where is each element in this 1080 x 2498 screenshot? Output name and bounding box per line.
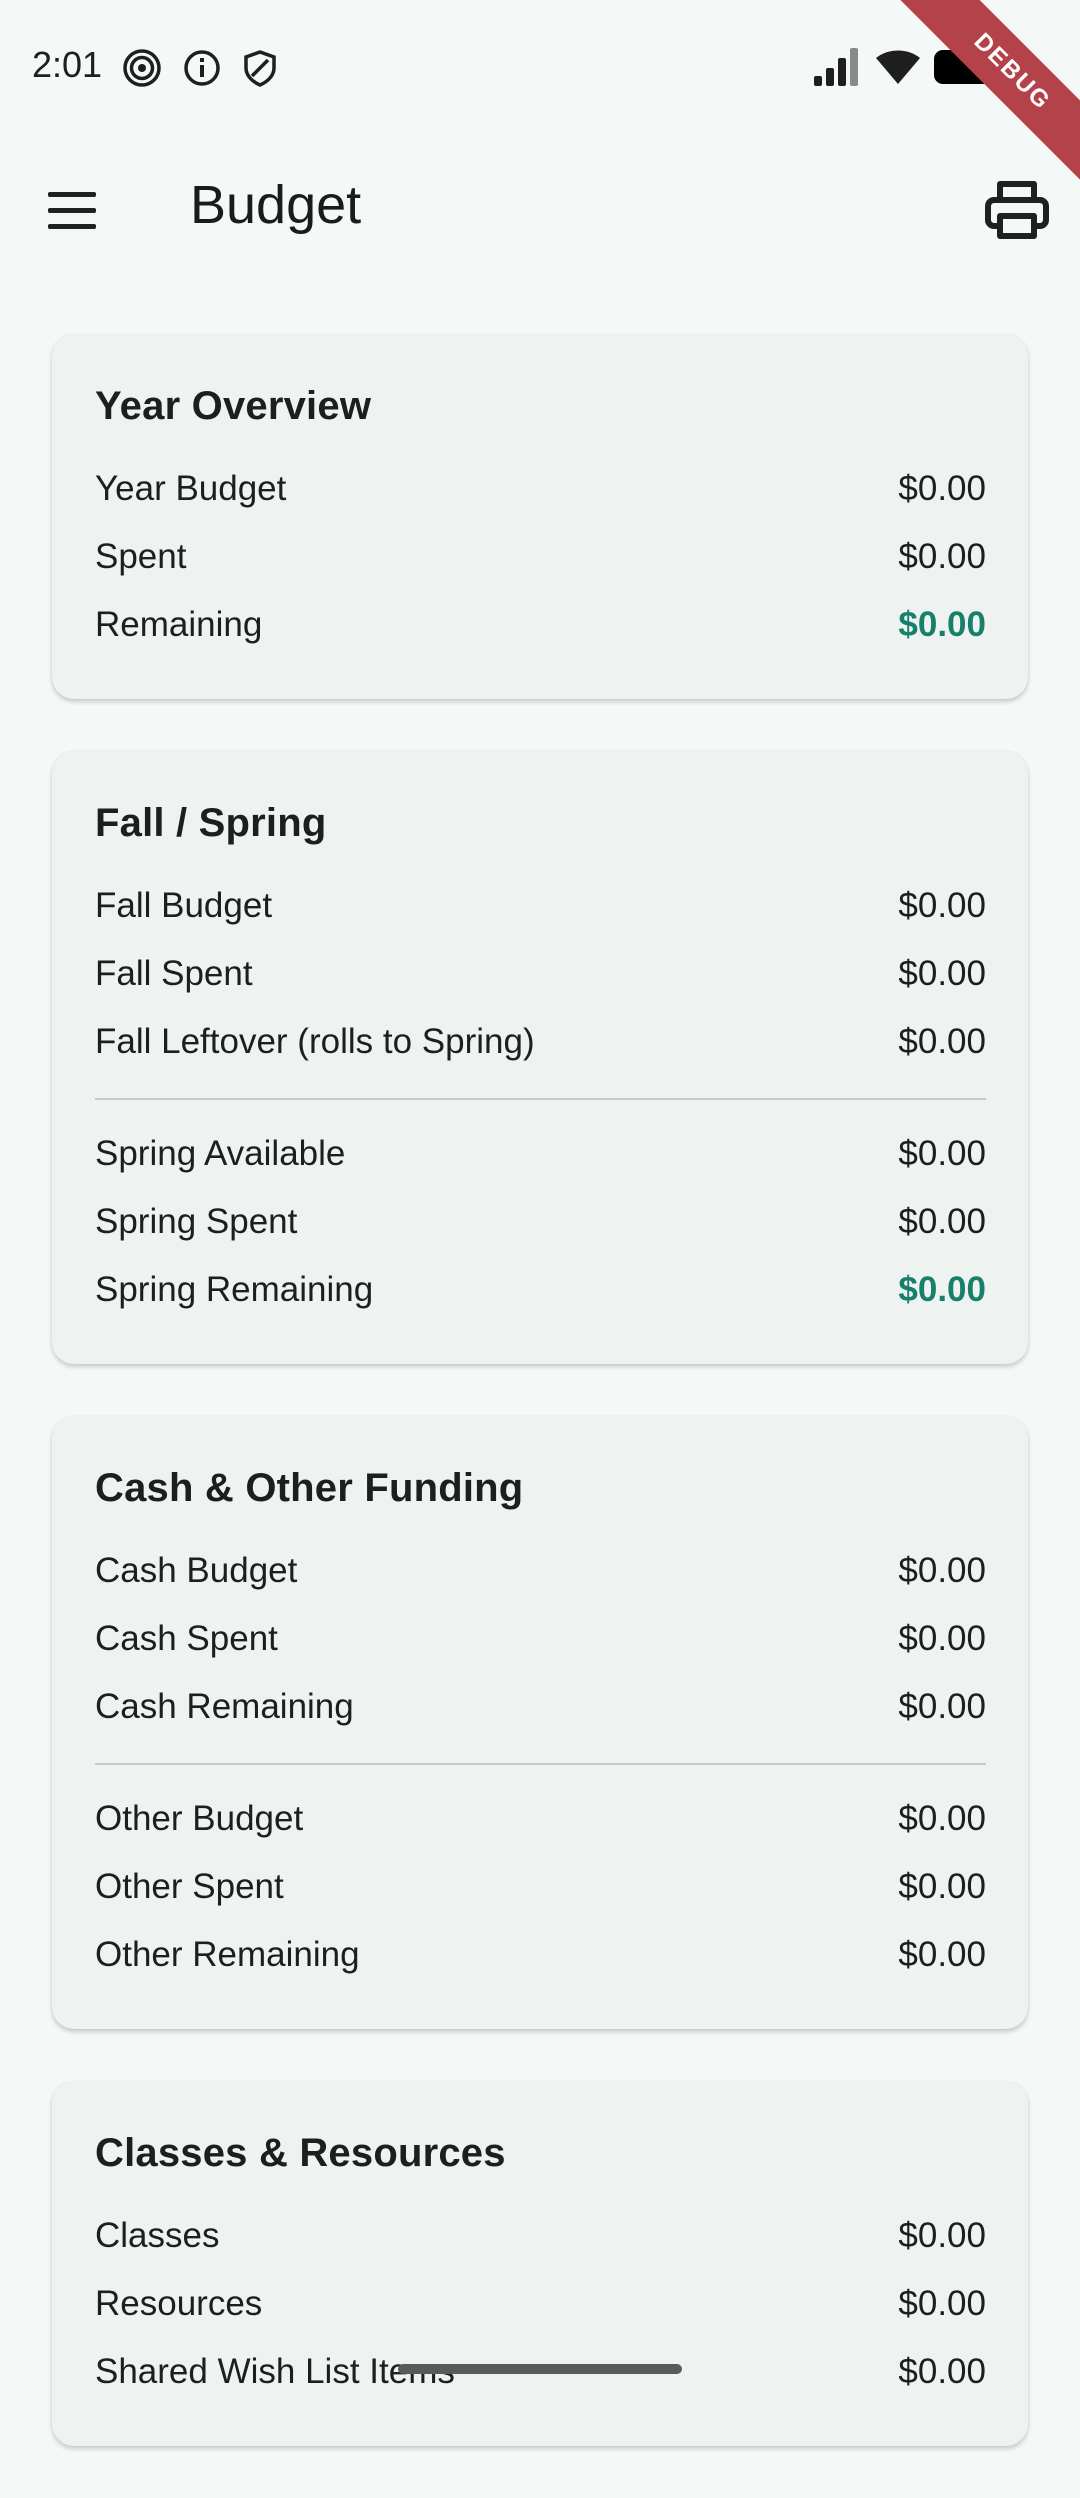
print-button[interactable] <box>978 176 1058 246</box>
divider <box>95 1098 986 1100</box>
shield-icon <box>244 50 276 87</box>
row-value: $0.00 <box>898 1935 986 1974</box>
row-label: Spent <box>95 537 187 576</box>
card-title: Cash & Other Funding <box>95 1466 524 1510</box>
row-label: Spring Available <box>95 1134 346 1173</box>
row-label: Remaining <box>95 605 263 644</box>
budget-row: Remaining $0.00 <box>95 591 986 659</box>
budget-row: Other Spent $0.00 <box>95 1853 986 1921</box>
row-value: $0.00 <box>898 537 986 576</box>
row-value: $0.00 <box>898 2216 986 2255</box>
card-title: Year Overview <box>95 384 372 428</box>
budget-row: Cash Budget $0.00 <box>95 1537 986 1605</box>
budget-row: Fall Spent $0.00 <box>95 940 986 1008</box>
row-value: $0.00 <box>898 886 986 925</box>
budget-row: Spring Spent $0.00 <box>95 1188 986 1256</box>
page-title: Budget <box>190 175 362 235</box>
row-value: $0.00 <box>898 1551 986 1590</box>
app-bar: Budget <box>0 150 1080 270</box>
budget-row: Fall Leftover (rolls to Spring) $0.00 <box>95 1008 986 1076</box>
wifi-icon <box>876 50 920 84</box>
row-label: Resources <box>95 2284 263 2323</box>
budget-row: Other Budget $0.00 <box>95 1785 986 1853</box>
row-value: $0.00 <box>898 1134 986 1173</box>
row-label: Cash Remaining <box>95 1687 354 1726</box>
menu-button[interactable] <box>28 178 118 244</box>
home-indicator[interactable] <box>398 2364 682 2374</box>
row-value: $0.00 <box>898 2352 986 2391</box>
info-icon <box>184 50 220 86</box>
row-value: $0.00 <box>898 1022 986 1061</box>
budget-row: Resources $0.00 <box>95 2270 986 2338</box>
signal-icon <box>814 48 858 86</box>
print-icon <box>985 181 1049 239</box>
row-value: $0.00 <box>898 469 986 508</box>
budget-row: Classes $0.00 <box>95 2202 986 2270</box>
row-label: Year Budget <box>95 469 287 508</box>
budget-row: Other Remaining $0.00 <box>95 1921 986 1989</box>
summary-card: Classes & Resources Classes $0.00 Resources… <box>52 2081 1028 2446</box>
budget-row: Cash Spent $0.00 <box>95 1605 986 1673</box>
row-value: $0.00 <box>898 1619 986 1658</box>
spiral-notification-icon <box>123 49 161 87</box>
row-label: Spring Spent <box>95 1202 298 1241</box>
row-label: Classes <box>95 2216 220 2255</box>
budget-row: Spring Available $0.00 <box>95 1120 986 1188</box>
row-value: $0.00 <box>898 2284 986 2323</box>
row-value: $0.00 <box>898 954 986 993</box>
row-value: $0.00 <box>898 1867 986 1906</box>
row-value: $0.00 <box>898 1202 986 1241</box>
row-label: Fall Spent <box>95 954 253 993</box>
row-label: Fall Leftover (rolls to Spring) <box>95 1022 535 1061</box>
row-value: $0.00 <box>898 1270 986 1309</box>
budget-row: Fall Budget $0.00 <box>95 872 986 940</box>
summary-card: Year Overview Year Budget $0.00 Spent $0.00 R… <box>52 334 1028 699</box>
card-title: Classes & Resources <box>95 2131 506 2175</box>
row-value: $0.00 <box>898 1799 986 1838</box>
budget-row: Year Budget $0.00 <box>95 455 986 523</box>
row-label: Spring Remaining <box>95 1270 374 1309</box>
row-value: $0.00 <box>898 605 986 644</box>
summary-card: Fall / Spring Fall Budget $0.00 Fall Spent $… <box>52 751 1028 1364</box>
row-label: Other Remaining <box>95 1935 360 1974</box>
summary-card: Cash & Other Funding Cash Budget $0.00 Cash… <box>52 1416 1028 2029</box>
budget-row: Spring Remaining $0.00 <box>95 1256 986 1324</box>
budget-row: Spent $0.00 <box>95 523 986 591</box>
row-label: Fall Budget <box>95 886 273 925</box>
budget-row: Cash Remaining $0.00 <box>95 1673 986 1741</box>
row-label: Cash Spent <box>95 1619 278 1658</box>
card-title: Fall / Spring <box>95 801 327 845</box>
row-value: $0.00 <box>898 1687 986 1726</box>
row-label: Other Spent <box>95 1867 284 1906</box>
row-label: Cash Budget <box>95 1551 298 1590</box>
budget-card-list: Year Overview Year Budget $0.00 Spent $0.00 R… <box>52 334 1028 2498</box>
divider <box>95 1763 986 1765</box>
row-label: Other Budget <box>95 1799 304 1838</box>
status-time: 2:01 <box>32 44 103 85</box>
status-bar: 2:01 DEBUG <box>0 0 1080 184</box>
